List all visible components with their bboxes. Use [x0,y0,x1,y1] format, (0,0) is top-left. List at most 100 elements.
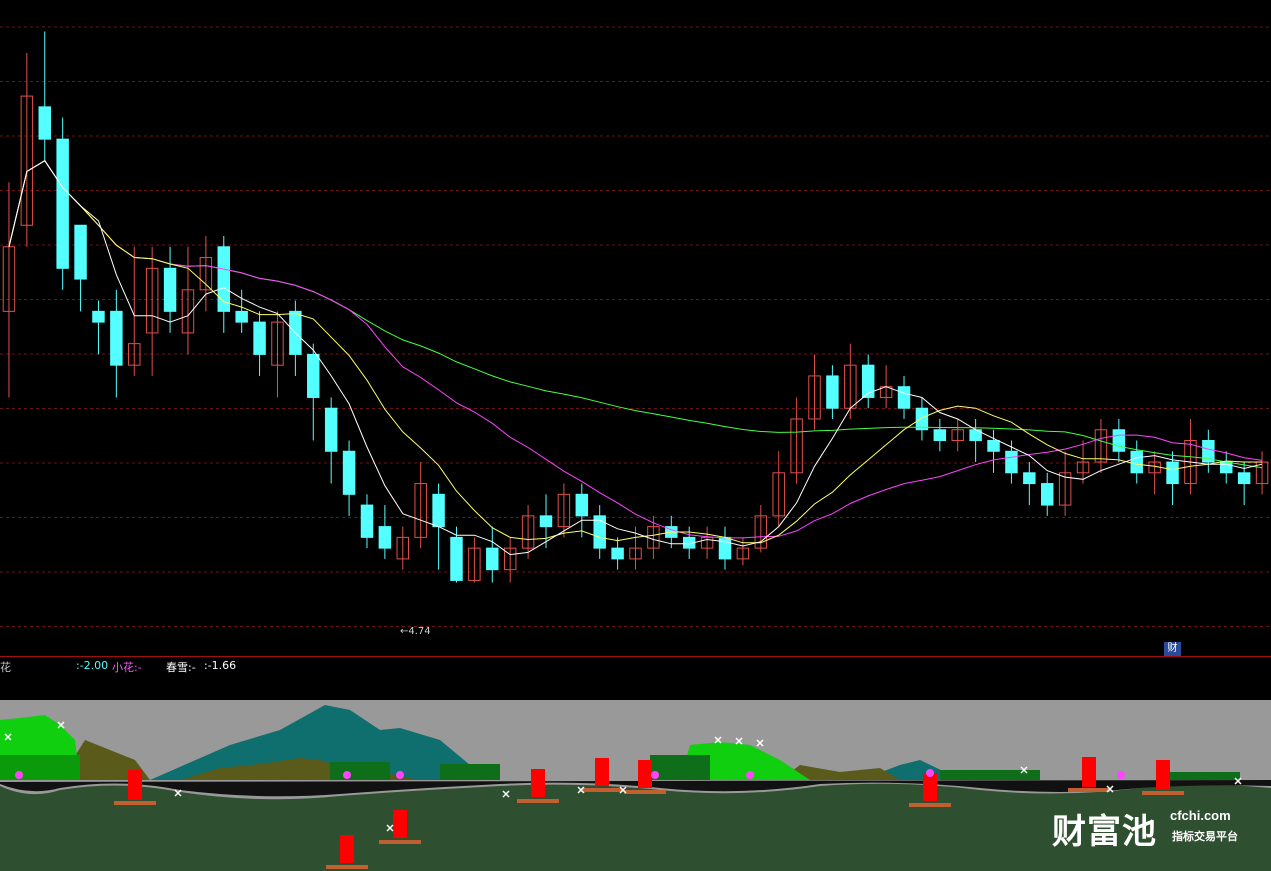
watermark-domain: cfchi.com [1170,808,1231,823]
candle [217,236,230,333]
candle [969,418,982,463]
pillar-base [909,803,951,807]
candle [557,483,571,538]
candle [181,246,195,355]
panel-divider [0,656,1271,657]
candle-body [56,138,69,269]
candle-body [378,526,392,549]
candle [20,53,34,247]
chunxue-label: 春雪:- [166,661,196,674]
candle [1255,451,1269,495]
candle-body [1005,450,1018,474]
candle-body [718,536,732,560]
watermark-cn: 财富池 [1052,812,1157,852]
candle [718,526,732,570]
candle-body [74,224,87,280]
candle-body [611,547,624,560]
candlestick-chart[interactable] [0,0,1271,656]
candle [1023,462,1036,506]
ma20-line [8,160,1263,539]
candle [1041,472,1054,516]
indicator-value: :-2.00 [76,659,109,672]
candle-body [861,364,875,398]
green-block [650,755,710,780]
candle-body [915,407,929,431]
candle-body [253,321,266,355]
pillar-base [114,801,156,805]
candle-body [110,310,123,366]
candle [128,246,141,376]
candle [539,494,553,549]
candle-body [987,440,1000,452]
chunxue-value: :-1.66 [204,659,237,672]
candle-body [342,450,356,495]
candle [342,440,356,516]
candle [468,537,481,583]
red-pillar [531,769,545,797]
red-pillar [638,760,652,788]
candle [110,289,123,398]
candle-body [92,310,105,323]
pillar-base [326,865,368,869]
candle [593,505,606,559]
red-pillar [128,770,142,800]
candle [199,236,213,312]
ma60-line [8,160,1263,469]
candle [1058,451,1072,516]
candle [521,505,535,559]
flower-icon [651,771,659,779]
candle [289,300,302,376]
candle-body [1130,450,1143,474]
candle-body [897,386,911,409]
green-block-left [0,755,80,780]
green-block [440,764,500,780]
pillar-base [379,840,421,844]
candle-body [163,267,177,312]
candle-body [539,515,553,528]
candle-body [360,504,374,538]
candle-body [235,310,248,323]
candle [145,246,159,376]
candle [92,300,105,355]
candle-body [1041,483,1054,506]
candle [503,537,517,583]
candle [861,354,875,409]
candle [951,418,964,452]
candle-body [324,407,338,452]
candle [790,397,803,484]
candle [56,117,69,290]
candle [1130,440,1143,484]
flower-icon [15,771,23,779]
pillar-base [1068,788,1110,792]
flower-icon [1117,771,1125,779]
low-price-label: ←4.74 [400,626,431,637]
candle [1220,451,1233,484]
watermark-logo: 财富池 cfchi.com 指标交易平台 [1052,804,1252,852]
candle-body [38,106,51,140]
red-pillar [923,773,937,801]
candle-body [933,429,947,442]
pillar-base [624,790,666,794]
pillar-base [581,788,623,792]
candle-body [575,493,589,517]
xiaohua-label: 小花:- [112,661,142,674]
cai-badge[interactable]: 财 [1164,642,1181,656]
candle [2,182,16,398]
price-plot [0,26,1271,627]
candle [74,224,87,312]
candle-body [486,547,499,571]
watermark-sub: 指标交易平台 [1172,830,1238,843]
red-pillar [393,810,407,838]
candle [1112,418,1126,463]
candle-body [1220,461,1233,474]
candle [396,526,410,570]
candle [611,537,624,570]
candle [754,505,768,553]
candle [486,526,499,583]
ma10-line [8,160,1262,544]
green-block [330,762,390,780]
red-pillar [1156,760,1170,790]
candle [915,397,929,441]
red-pillar [340,835,354,863]
flower-icon [746,771,754,779]
